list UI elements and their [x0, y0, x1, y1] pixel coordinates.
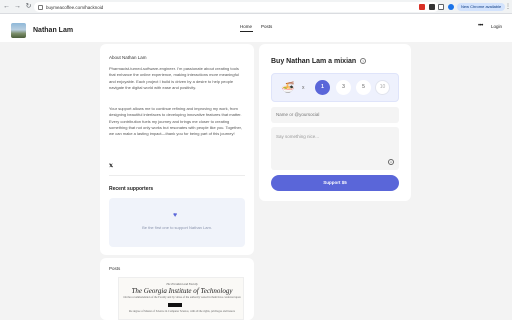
browser-toolbar: ← → ↻ buymeacoffee.com/hacknoid ☆ New Ch…: [0, 0, 512, 14]
site-header: Nathan Lam Home Posts ••• Login: [0, 14, 512, 42]
recent-supporters-title: Recent supporters: [109, 186, 154, 192]
creator-avatar[interactable]: [11, 23, 26, 38]
quantity-option-1[interactable]: 1: [315, 80, 330, 95]
tab-home[interactable]: Home: [240, 24, 252, 29]
supporters-empty-state: ♥ Be the first one to support Nathan Lam…: [109, 198, 245, 247]
message-placeholder: Say something nice...: [276, 134, 320, 139]
chrome-menu-icon[interactable]: ⋮: [505, 3, 511, 10]
heart-icon: ♥: [173, 212, 178, 219]
support-button[interactable]: Support $5: [271, 175, 399, 191]
post-thumbnail[interactable]: The President and Faculty The Georgia In…: [118, 277, 244, 320]
name-input[interactable]: [271, 107, 399, 123]
quantity-option-5[interactable]: 5: [356, 80, 371, 95]
info-icon[interactable]: ?: [360, 58, 366, 64]
posts-card: Posts The President and Faculty The Geor…: [100, 258, 254, 320]
message-input[interactable]: Say something nice... ☺: [271, 127, 399, 170]
thumbnail-text: The President and Faculty: [166, 282, 198, 286]
url-text: buymeacoffee.com/hacknoid: [46, 4, 104, 10]
back-icon[interactable]: ←: [2, 2, 11, 11]
side-panel-icon[interactable]: [438, 4, 444, 10]
quantity-option-3[interactable]: 3: [336, 80, 351, 95]
quantity-selector: 🍜 x 1 3 5 10: [271, 73, 399, 102]
posts-title: Posts: [109, 266, 121, 271]
reload-icon[interactable]: ↻: [24, 2, 33, 11]
new-chrome-available-button[interactable]: New Chrome available: [457, 3, 506, 11]
thumbnail-text: On the recommendation of the Faculty and…: [123, 296, 241, 299]
about-paragraph: Pharmacist-turned-software-engineer. I’m…: [109, 66, 239, 90]
creator-name[interactable]: Nathan Lam: [33, 27, 73, 34]
empty-supporters-text: Be the first one to support Nathan Lam.: [142, 225, 212, 230]
thumbnail-text: the degree of Master of Science in Compu…: [128, 310, 236, 313]
site-info-icon[interactable]: [38, 4, 43, 10]
redaction-bar: [168, 303, 182, 307]
buy-title: Buy Nathan Lam a mixian: [271, 58, 357, 65]
x-social-icon[interactable]: 𝕩: [109, 162, 113, 169]
forward-icon[interactable]: →: [13, 2, 22, 11]
extension-icon[interactable]: [429, 4, 435, 10]
tab-posts[interactable]: Posts: [261, 24, 272, 29]
divider: [109, 175, 245, 176]
profile-avatar-icon[interactable]: [448, 4, 454, 10]
buy-card: Buy Nathan Lam a mixian ? 🍜 x 1 3 5 10 S…: [259, 44, 411, 201]
extension-icon[interactable]: [419, 4, 425, 10]
thumbnail-heading: The Georgia Institute of Technology: [131, 287, 233, 295]
more-options-icon[interactable]: •••: [478, 23, 483, 29]
about-paragraph: Your support allows me to continue refin…: [109, 106, 242, 137]
emoji-icon[interactable]: ☺: [388, 159, 394, 165]
login-button[interactable]: Login: [491, 24, 502, 29]
address-bar[interactable]: buymeacoffee.com/hacknoid ☆: [34, 2, 439, 12]
active-tab-indicator: [240, 31, 253, 32]
about-title: About Nathan Lam: [109, 55, 147, 60]
multiply-sign: x: [302, 85, 305, 91]
quantity-custom-input[interactable]: 10: [375, 80, 390, 95]
about-card: About Nathan Lam Pharmacist-turned-softw…: [100, 44, 254, 255]
noodle-bowl-icon: 🍜: [281, 82, 295, 94]
